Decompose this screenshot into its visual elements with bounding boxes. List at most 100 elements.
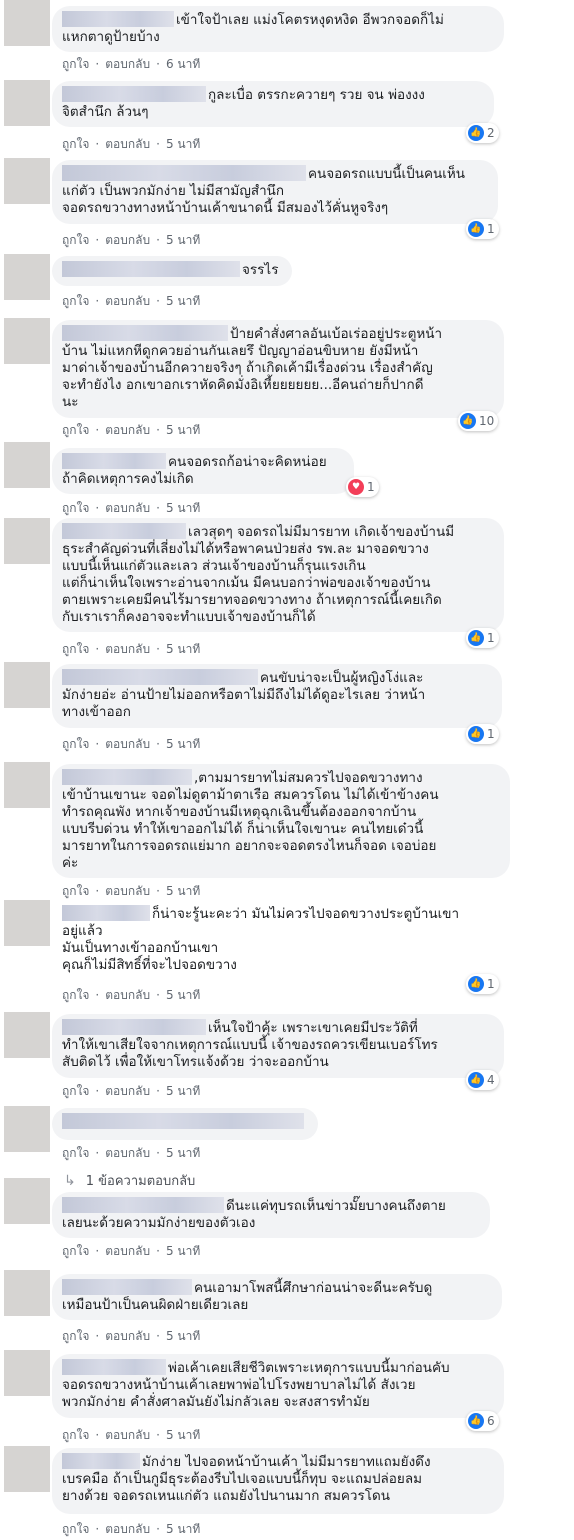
avatar[interactable] bbox=[4, 1350, 50, 1396]
like-link[interactable]: ถูกใจ bbox=[62, 1082, 89, 1101]
like-link[interactable]: ถูกใจ bbox=[62, 292, 89, 311]
avatar[interactable] bbox=[4, 80, 50, 126]
like-link[interactable]: ถูกใจ bbox=[62, 640, 89, 659]
reply-link[interactable]: ตอบกลับ bbox=[105, 231, 150, 250]
reaction-badge[interactable]: 👍 1 bbox=[466, 974, 499, 994]
timestamp[interactable]: 5 นาที bbox=[166, 1327, 200, 1346]
commenter-name-redacted[interactable] bbox=[62, 325, 228, 341]
avatar[interactable] bbox=[4, 1106, 50, 1152]
timestamp[interactable]: 5 นาที bbox=[166, 735, 200, 754]
commenter-name-redacted[interactable] bbox=[62, 11, 174, 27]
reply-link[interactable]: ตอบกลับ bbox=[105, 640, 150, 659]
timestamp[interactable]: 5 นาที bbox=[166, 882, 200, 901]
reply-link[interactable]: ตอบกลับ bbox=[105, 292, 150, 311]
comment-bubble: กูละเบื่อ ตรรกะควายๆ รวย จน พ่องงง จิตสำ… bbox=[52, 81, 494, 127]
reaction-badge[interactable]: 👍 4 bbox=[466, 1070, 499, 1090]
like-link[interactable]: ถูกใจ bbox=[62, 1520, 89, 1539]
commenter-name-redacted[interactable] bbox=[62, 905, 150, 921]
timestamp[interactable]: 5 นาที bbox=[166, 231, 200, 250]
like-link[interactable]: ถูกใจ bbox=[62, 421, 89, 440]
like-link[interactable]: ถูกใจ bbox=[62, 1242, 89, 1261]
comment-actions: ถูกใจ · ตอบกลับ · 5 นาที bbox=[62, 292, 200, 311]
like-link[interactable]: ถูกใจ bbox=[62, 1144, 89, 1163]
avatar[interactable] bbox=[4, 442, 50, 488]
commenter-name-redacted[interactable] bbox=[62, 523, 186, 539]
timestamp[interactable]: 5 นาที bbox=[166, 640, 200, 659]
avatar[interactable] bbox=[4, 1012, 50, 1058]
reply-link[interactable]: ตอบกลับ bbox=[105, 1327, 150, 1346]
reaction-badge[interactable]: 👍 1 bbox=[466, 219, 499, 239]
reply-link[interactable]: ตอบกลับ bbox=[105, 1520, 150, 1539]
like-link[interactable]: ถูกใจ bbox=[62, 882, 89, 901]
like-link[interactable]: ถูกใจ bbox=[62, 1327, 89, 1346]
timestamp[interactable]: 5 นาที bbox=[166, 421, 200, 440]
like-link[interactable]: ถูกใจ bbox=[62, 135, 89, 154]
like-link[interactable]: ถูกใจ bbox=[62, 735, 89, 754]
reply-link[interactable]: ตอบกลับ bbox=[105, 1144, 150, 1163]
timestamp[interactable]: 5 นาที bbox=[166, 986, 200, 1005]
like-link[interactable]: ถูกใจ bbox=[62, 1426, 89, 1445]
commenter-name-redacted[interactable] bbox=[62, 165, 306, 181]
separator: · bbox=[156, 988, 160, 1002]
timestamp[interactable]: 5 นาที bbox=[166, 135, 200, 154]
timestamp[interactable]: 5 นาที bbox=[166, 1520, 200, 1539]
avatar[interactable] bbox=[4, 1446, 50, 1492]
reaction-badge[interactable]: 👍 6 bbox=[466, 1411, 499, 1431]
avatar[interactable] bbox=[4, 900, 50, 946]
commenter-name-redacted[interactable] bbox=[62, 769, 192, 785]
commenter-name-redacted[interactable] bbox=[62, 86, 206, 102]
reply-link[interactable]: ตอบกลับ bbox=[105, 421, 150, 440]
avatar[interactable] bbox=[4, 0, 50, 46]
timestamp[interactable]: 5 นาที bbox=[166, 499, 200, 518]
reply-link[interactable]: ตอบกลับ bbox=[105, 1242, 150, 1261]
like-link[interactable]: ถูกใจ bbox=[62, 986, 89, 1005]
commenter-name-redacted[interactable] bbox=[62, 1453, 140, 1469]
timestamp[interactable]: 5 นาที bbox=[166, 1242, 200, 1261]
reply-link[interactable]: ตอบกลับ bbox=[105, 499, 150, 518]
comment-text: ,ตามมารยาทไม่สมควรไปจอดขวางทาง เข้าบ้านเ… bbox=[62, 770, 439, 871]
commenter-name-redacted[interactable] bbox=[62, 1197, 224, 1213]
reaction-badge[interactable]: 👍 2 bbox=[466, 123, 499, 143]
timestamp[interactable]: 5 นาที bbox=[166, 1426, 200, 1445]
like-link[interactable]: ถูกใจ bbox=[62, 499, 89, 518]
reaction-badge[interactable]: 👍 1 bbox=[466, 724, 499, 744]
reply-link[interactable]: ตอบกลับ bbox=[105, 1426, 150, 1445]
comment-bubble: ดีนะแค่ทุบรถเห็นข่าวมั๊ยบางคนถึงตาย เลยน… bbox=[52, 1192, 490, 1238]
reaction-badge[interactable]: ♥ 1 bbox=[346, 477, 379, 497]
avatar[interactable] bbox=[4, 1270, 50, 1316]
timestamp[interactable]: 6 นาที bbox=[166, 55, 200, 74]
comment-text: เลวสุดๆ จอดรถไม่มีมารยาท เกิดเจ้าของบ้าน… bbox=[62, 524, 455, 625]
reply-link[interactable]: ตอบกลับ bbox=[105, 55, 150, 74]
avatar[interactable] bbox=[4, 254, 50, 300]
avatar[interactable] bbox=[4, 318, 50, 364]
separator: · bbox=[95, 884, 100, 898]
separator: · bbox=[156, 1244, 160, 1258]
reply-link[interactable]: ตอบกลับ bbox=[105, 986, 150, 1005]
reply-link[interactable]: ตอบกลับ bbox=[105, 1082, 150, 1101]
avatar[interactable] bbox=[4, 662, 50, 708]
timestamp[interactable]: 5 นาที bbox=[166, 1144, 200, 1163]
like-link[interactable]: ถูกใจ bbox=[62, 55, 89, 74]
view-replies-link[interactable]: ↳ 1 ข้อความตอบกลับ bbox=[64, 1170, 195, 1191]
commenter-name-redacted[interactable] bbox=[62, 1113, 304, 1129]
commenter-name-redacted[interactable] bbox=[62, 1279, 192, 1295]
avatar[interactable] bbox=[4, 1178, 50, 1224]
separator: · bbox=[95, 501, 100, 515]
timestamp[interactable]: 5 นาที bbox=[166, 292, 200, 311]
avatar[interactable] bbox=[4, 158, 50, 204]
commenter-name-redacted[interactable] bbox=[62, 261, 240, 277]
separator: · bbox=[95, 137, 100, 151]
commenter-name-redacted[interactable] bbox=[62, 1359, 166, 1375]
commenter-name-redacted[interactable] bbox=[62, 669, 258, 685]
commenter-name-redacted[interactable] bbox=[62, 453, 166, 469]
like-link[interactable]: ถูกใจ bbox=[62, 231, 89, 250]
timestamp[interactable]: 5 นาที bbox=[166, 1082, 200, 1101]
avatar[interactable] bbox=[4, 518, 50, 564]
reaction-badge[interactable]: 👍 1 bbox=[466, 628, 499, 648]
reply-link[interactable]: ตอบกลับ bbox=[105, 135, 150, 154]
reply-link[interactable]: ตอบกลับ bbox=[105, 735, 150, 754]
commenter-name-redacted[interactable] bbox=[62, 1019, 206, 1035]
reply-link[interactable]: ตอบกลับ bbox=[105, 882, 150, 901]
avatar[interactable] bbox=[4, 762, 50, 808]
reaction-badge[interactable]: 👍 10 bbox=[458, 411, 499, 431]
